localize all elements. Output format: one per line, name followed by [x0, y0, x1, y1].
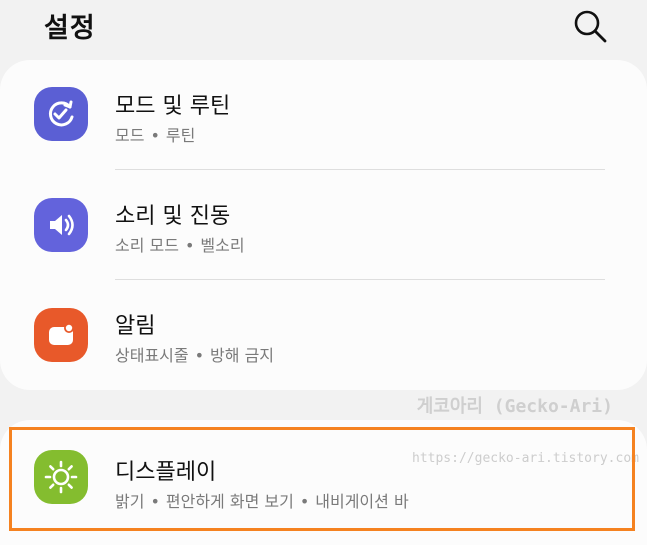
page-title: 설정 [44, 13, 96, 44]
item-title: 모드 및 루틴 [115, 94, 231, 119]
settings-item-notifications[interactable]: 알림 상태표시줄 • 방해 금지 [0, 280, 647, 390]
separator-dot: • [194, 346, 205, 365]
highlight-box [9, 427, 635, 531]
separator-dot: • [150, 126, 160, 145]
modes-routines-icon [34, 87, 88, 141]
subtitle-part: 소리 모드 [115, 236, 179, 255]
settings-screen: 설정 모드 및 루틴 모드 • 루틴 소리 및 진동 소리 모드 • 벨소리 알… [0, 0, 647, 545]
watermark-name: 게코아리 (Gecko-Ari) [416, 396, 613, 417]
subtitle-part: 방해 금지 [210, 346, 275, 365]
item-title: 알림 [115, 314, 156, 339]
speaker-icon [34, 198, 88, 252]
search-button[interactable] [570, 6, 610, 46]
subtitle-part: 벨소리 [200, 236, 245, 255]
settings-item-modes-routines[interactable]: 모드 및 루틴 모드 • 루틴 [0, 60, 647, 170]
subtitle-part: 루틴 [165, 126, 196, 145]
subtitle-part: 모드 [115, 126, 145, 145]
settings-item-sound-vibration[interactable]: 소리 및 진동 소리 모드 • 벨소리 [0, 170, 647, 280]
settings-group-card: 모드 및 루틴 모드 • 루틴 소리 및 진동 소리 모드 • 벨소리 알림 상… [0, 60, 647, 390]
item-title: 소리 및 진동 [115, 204, 231, 229]
separator-dot: • [184, 236, 195, 255]
item-subtitle: 상태표시줄 • 방해 금지 [115, 342, 274, 366]
search-icon [574, 10, 607, 43]
header: 설정 [0, 0, 647, 52]
subtitle-part: 상태표시줄 [115, 346, 189, 365]
item-subtitle: 소리 모드 • 벨소리 [115, 232, 245, 256]
item-subtitle: 모드 • 루틴 [115, 122, 195, 146]
notification-icon [34, 308, 88, 362]
